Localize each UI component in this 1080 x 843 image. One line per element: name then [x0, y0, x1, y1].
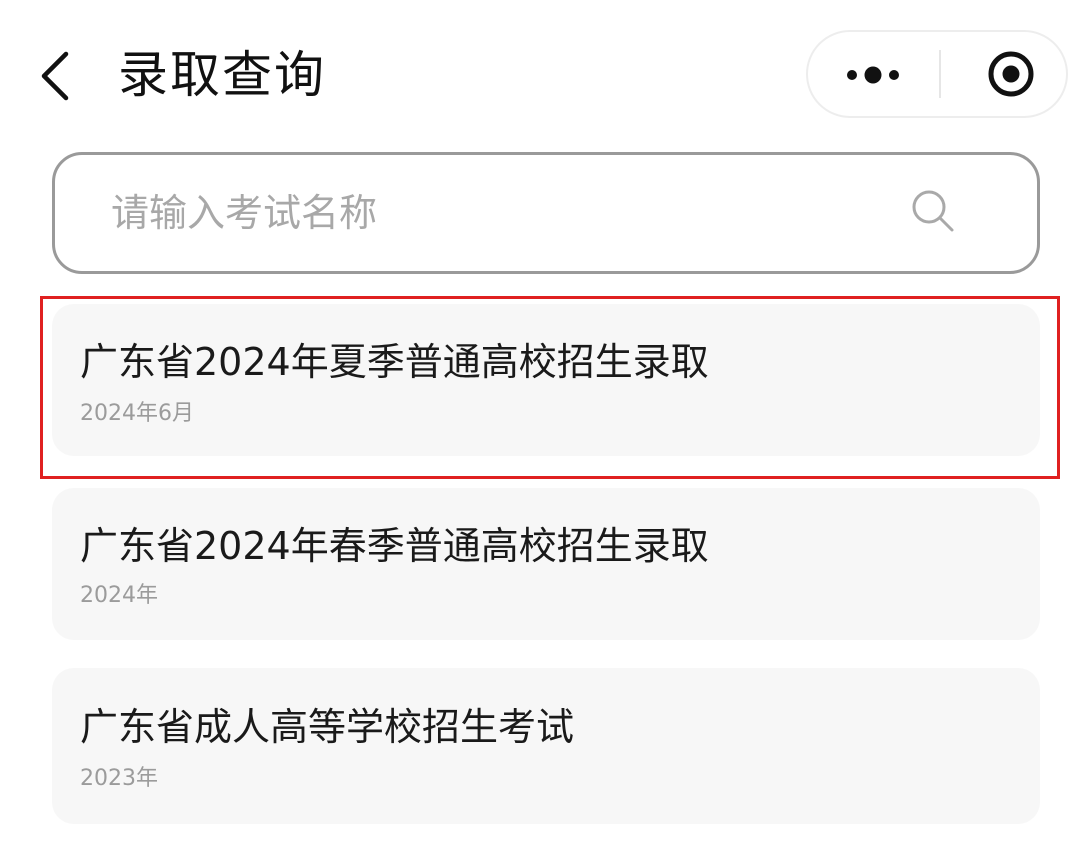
- close-button[interactable]: [942, 32, 1062, 116]
- exam-name: 广东省2024年春季普通高校招生录取: [80, 524, 709, 568]
- more-button[interactable]: [808, 32, 938, 116]
- page-title: 录取查询: [118, 46, 326, 104]
- mini-program-capsule: [806, 30, 1068, 118]
- page: 录取查询 广东省2024年夏季普通高校招生录取 2024年6月: [0, 0, 1080, 843]
- exam-list-item[interactable]: 广东省成人高等学校招生考试 2023年: [52, 668, 1040, 824]
- more-dots-icon: [847, 66, 899, 84]
- exam-date: 2024年: [80, 583, 158, 608]
- search-icon[interactable]: [907, 185, 959, 237]
- search-input[interactable]: [111, 181, 871, 245]
- exam-date: 2024年6月: [80, 401, 194, 426]
- exam-name: 广东省成人高等学校招生考试: [80, 705, 575, 749]
- exam-name: 广东省2024年夏季普通高校招生录取: [80, 340, 709, 384]
- capsule-divider: [939, 50, 941, 98]
- search-box: [52, 152, 1040, 274]
- chevron-left-icon: [41, 51, 69, 101]
- exam-list-item[interactable]: 广东省2024年春季普通高校招生录取 2024年: [52, 488, 1040, 640]
- exam-date: 2023年: [80, 766, 158, 791]
- target-circle-icon: [988, 51, 1034, 97]
- exam-list-item[interactable]: 广东省2024年夏季普通高校招生录取 2024年6月: [52, 304, 1040, 456]
- back-button[interactable]: [36, 48, 76, 104]
